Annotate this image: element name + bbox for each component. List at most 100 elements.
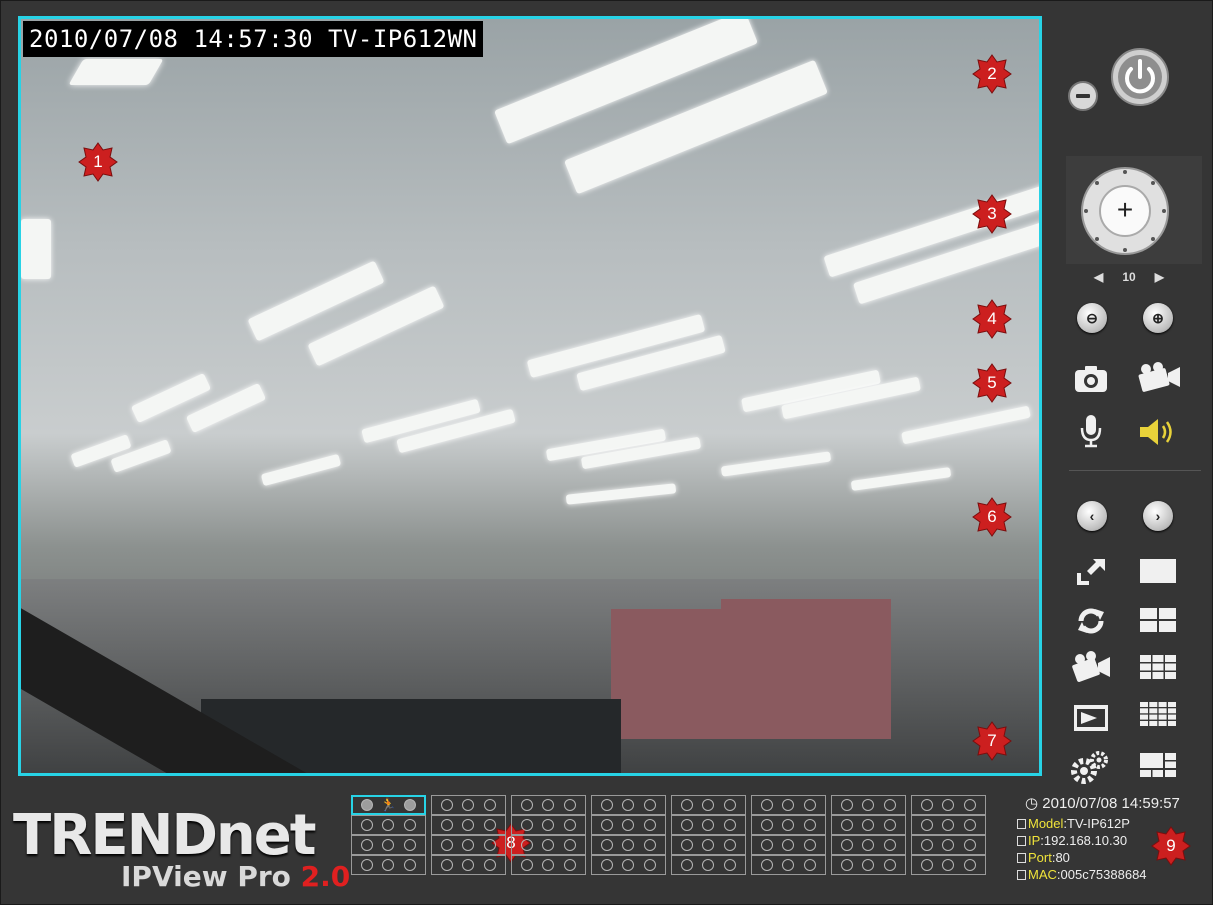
port-value: :80 (1051, 850, 1070, 865)
channel-slot[interactable] (431, 835, 506, 855)
speed-increase-icon[interactable]: ▶ (1155, 270, 1164, 284)
status-dot-icon (782, 799, 795, 811)
status-dot-icon (840, 839, 853, 851)
status-dot-icon (564, 839, 577, 851)
status-dot-icon (702, 839, 715, 851)
channel-slot[interactable] (751, 815, 826, 835)
status-dot-icon (600, 859, 613, 871)
channel-slot[interactable] (751, 855, 826, 875)
video-player-icon (1074, 705, 1108, 731)
snapshot-button[interactable] (1073, 361, 1109, 397)
playback-button[interactable] (1069, 649, 1113, 685)
status-dot-icon (520, 859, 533, 871)
status-dot-icon (622, 799, 635, 811)
channel-slot[interactable]: 🏃 (351, 795, 426, 815)
layout-quad-button[interactable] (1140, 608, 1176, 632)
status-dot-icon (862, 859, 875, 871)
status-dot-icon (964, 819, 977, 831)
record-button[interactable] (1133, 359, 1183, 395)
channel-slot[interactable] (431, 815, 506, 835)
status-dot-icon (644, 819, 657, 831)
next-button[interactable]: › (1143, 501, 1173, 531)
channel-slot[interactable] (751, 795, 826, 815)
channel-slot[interactable] (351, 855, 426, 875)
layout-custom-icon (1140, 753, 1176, 777)
status-dot-icon (462, 799, 475, 811)
channel-slot[interactable] (351, 835, 426, 855)
channel-slot[interactable] (351, 815, 426, 835)
channel-slot[interactable] (671, 835, 746, 855)
channel-slot[interactable] (831, 795, 906, 815)
channel-slot[interactable] (831, 815, 906, 835)
zoom-in-button[interactable]: ⊕ (1143, 303, 1173, 333)
channel-slot[interactable] (431, 795, 506, 815)
status-dot-icon (542, 859, 555, 871)
status-dot-icon (440, 819, 453, 831)
ip-label: IP (1028, 833, 1041, 848)
status-dot-icon (680, 839, 693, 851)
previous-button[interactable]: ‹ (1077, 501, 1107, 531)
refresh-button[interactable] (1073, 603, 1109, 639)
speed-decrease-icon[interactable]: ◀ (1094, 270, 1103, 284)
speaker-button[interactable] (1135, 416, 1181, 448)
channel-slot[interactable] (911, 835, 986, 855)
status-dot-icon (920, 839, 933, 851)
live-video-view[interactable]: 2010/07/08 14:57:30 TV-IP612WN (18, 16, 1042, 776)
mac-label: MAC (1028, 867, 1057, 882)
datetime-row: ◷ 2010/07/08 14:59:57 (1025, 795, 1209, 812)
channel-slot[interactable] (831, 855, 906, 875)
channel-slot[interactable] (911, 815, 986, 835)
zoom-out-button[interactable]: ⊖ (1077, 303, 1107, 333)
ptz-joystick[interactable]: + (1073, 166, 1177, 256)
settings-button[interactable] (1070, 749, 1110, 785)
channel-slot[interactable] (751, 835, 826, 855)
status-dot-icon (724, 839, 737, 851)
channel-slot[interactable] (671, 795, 746, 815)
channel-slot[interactable] (511, 795, 586, 815)
status-dot-icon (782, 859, 795, 871)
channel-slot[interactable] (591, 855, 666, 875)
callout-marker-3: 3 (972, 194, 1012, 234)
status-dot-icon (622, 819, 635, 831)
channel-slot[interactable] (671, 815, 746, 835)
channel-slot[interactable] (671, 855, 746, 875)
channel-slot[interactable] (911, 795, 986, 815)
status-dot-icon (564, 799, 577, 811)
ceiling-light (850, 467, 952, 491)
channel-slot[interactable] (591, 815, 666, 835)
standby-button[interactable] (1065, 78, 1101, 114)
layout-sixteen-button[interactable] (1140, 702, 1176, 726)
channel-slot[interactable] (431, 855, 506, 875)
status-dot-icon (804, 839, 817, 851)
video-player-button[interactable] (1071, 701, 1111, 735)
channel-slot[interactable] (511, 835, 586, 855)
channel-slot[interactable] (831, 835, 906, 855)
channel-slot[interactable] (591, 795, 666, 815)
status-dot-icon (884, 839, 897, 851)
status-dot-icon (884, 819, 897, 831)
current-datetime: 2010/07/08 14:59:57 (1042, 795, 1180, 812)
status-dot-icon (382, 819, 395, 831)
clock-icon: ◷ (1025, 795, 1039, 812)
product-version: 2.0 (300, 860, 351, 893)
speed-value: 10 (1122, 270, 1136, 284)
fullscreen-icon (1077, 559, 1105, 585)
app-window: 2010/07/08 14:57:30 TV-IP612WN 1 2 3 4 5… (0, 0, 1213, 905)
status-dot-icon (600, 799, 613, 811)
channel-slot[interactable] (511, 855, 586, 875)
layout-custom-button[interactable] (1140, 753, 1176, 777)
channel-slot[interactable] (591, 835, 666, 855)
ptz-home-label: + (1116, 194, 1134, 225)
power-button[interactable] (1108, 45, 1172, 109)
status-dot-icon (520, 799, 533, 811)
layout-nine-button[interactable] (1140, 655, 1176, 679)
channel-slot[interactable] (511, 815, 586, 835)
mac-row: MAC:005c75388684 (1017, 866, 1209, 883)
trendnet-logo: TRENDnet (13, 803, 317, 868)
channel-slot[interactable] (911, 855, 986, 875)
status-dot-icon (760, 819, 773, 831)
fullscreen-button[interactable] (1073, 556, 1109, 588)
status-dot-icon (564, 859, 577, 871)
layout-single-button[interactable] (1140, 559, 1176, 583)
microphone-button[interactable] (1076, 413, 1106, 449)
